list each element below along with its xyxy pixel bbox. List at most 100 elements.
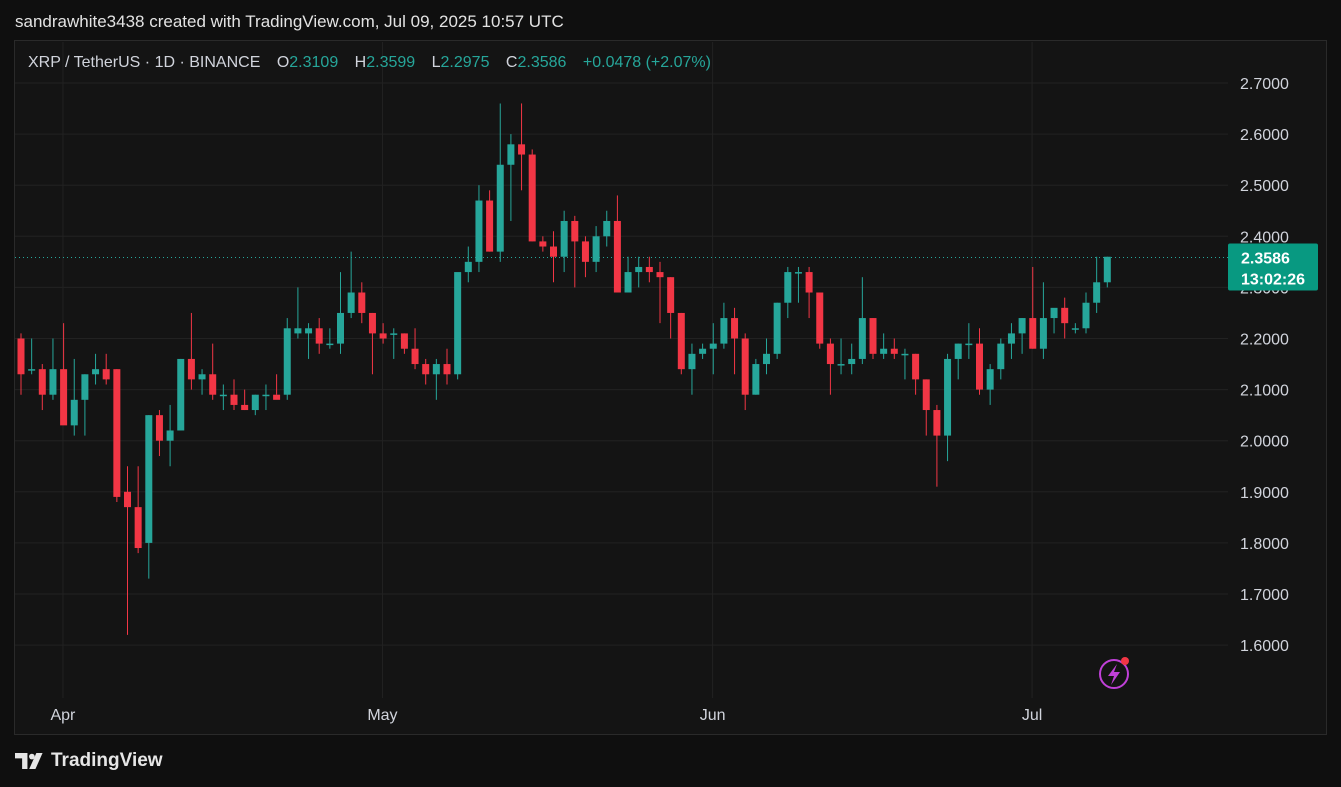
candle-body[interactable]: [1039, 318, 1047, 349]
candle-body[interactable]: [976, 343, 983, 390]
candle-body[interactable]: [901, 353, 909, 356]
candle-body[interactable]: [411, 348, 419, 365]
candle-body[interactable]: [49, 369, 57, 395]
candle-body[interactable]: [720, 318, 728, 344]
candle-body[interactable]: [837, 364, 845, 366]
candle-body[interactable]: [624, 272, 632, 293]
candle-body[interactable]: [1007, 333, 1015, 344]
candle-body[interactable]: [677, 312, 685, 370]
candle-body[interactable]: [1061, 307, 1069, 324]
candle-body[interactable]: [848, 358, 856, 365]
candle-body[interactable]: [454, 272, 462, 375]
candle-body[interactable]: [241, 404, 249, 411]
candle-body[interactable]: [145, 415, 153, 543]
candle-body[interactable]: [177, 358, 185, 431]
candle-body[interactable]: [645, 266, 653, 273]
candle-body[interactable]: [1103, 256, 1111, 283]
candle-body[interactable]: [81, 374, 89, 400]
candle-body[interactable]: [912, 353, 920, 380]
candle-body[interactable]: [358, 292, 366, 313]
candle-body[interactable]: [400, 333, 408, 349]
candlestick-chart[interactable]: 2.70002.60002.50002.40002.30002.20002.10…: [0, 0, 1341, 787]
candle-body[interactable]: [326, 343, 334, 346]
candle-body[interactable]: [262, 394, 270, 397]
candle-body[interactable]: [869, 318, 877, 354]
candle-body[interactable]: [816, 292, 824, 344]
candle-body[interactable]: [763, 353, 770, 365]
candle-body[interactable]: [486, 200, 494, 252]
candle-body[interactable]: [880, 348, 888, 354]
candle-body[interactable]: [518, 144, 526, 155]
candle-body[interactable]: [1018, 318, 1026, 334]
candle-body[interactable]: [550, 246, 557, 257]
candle-body[interactable]: [92, 369, 100, 375]
candle-body[interactable]: [230, 394, 238, 405]
candle-body[interactable]: [251, 394, 259, 411]
candle-body[interactable]: [219, 394, 227, 397]
candle-body[interactable]: [944, 358, 952, 436]
candle-body[interactable]: [773, 302, 781, 354]
candle-body[interactable]: [496, 164, 504, 252]
candle-body[interactable]: [28, 369, 36, 371]
candle-body[interactable]: [443, 364, 451, 375]
candle-body[interactable]: [134, 507, 142, 549]
candle-body[interactable]: [784, 272, 792, 303]
candle-body[interactable]: [70, 399, 78, 426]
candle-body[interactable]: [731, 318, 739, 339]
candle-body[interactable]: [603, 220, 611, 237]
candle-body[interactable]: [858, 318, 866, 359]
candle-body[interactable]: [805, 272, 813, 293]
candle-body[interactable]: [347, 292, 355, 313]
candle-body[interactable]: [1082, 302, 1090, 329]
candle-body[interactable]: [475, 200, 483, 262]
candle-body[interactable]: [60, 369, 68, 426]
candle-body[interactable]: [613, 220, 621, 293]
candle-body[interactable]: [368, 312, 376, 334]
candle-body[interactable]: [507, 144, 515, 165]
candle-body[interactable]: [305, 328, 313, 334]
candle-body[interactable]: [390, 333, 398, 335]
candle-body[interactable]: [667, 277, 675, 313]
candle-body[interactable]: [464, 261, 472, 273]
candle-body[interactable]: [166, 430, 174, 441]
candle-body[interactable]: [592, 236, 600, 262]
candle-body[interactable]: [198, 374, 206, 380]
candle-body[interactable]: [379, 333, 387, 339]
candle-body[interactable]: [422, 364, 430, 375]
candle-body[interactable]: [315, 328, 323, 344]
candle-body[interactable]: [337, 312, 344, 344]
candle-body[interactable]: [688, 353, 696, 370]
candle-body[interactable]: [794, 272, 802, 274]
candle-body[interactable]: [432, 364, 440, 375]
candle-body[interactable]: [38, 369, 46, 395]
candle-body[interactable]: [187, 358, 195, 380]
candle-body[interactable]: [155, 415, 163, 441]
candle-body[interactable]: [709, 343, 717, 349]
candle-body[interactable]: [752, 364, 760, 395]
candle-body[interactable]: [539, 241, 547, 247]
candle-body[interactable]: [528, 154, 536, 242]
candle-body[interactable]: [826, 343, 834, 365]
candle-body[interactable]: [922, 379, 930, 411]
candle-body[interactable]: [1093, 282, 1101, 303]
candle-body[interactable]: [1050, 307, 1058, 319]
candle-body[interactable]: [656, 272, 664, 278]
candle-body[interactable]: [571, 220, 579, 242]
lightning-icon[interactable]: [1099, 657, 1129, 689]
candle-body[interactable]: [635, 266, 643, 273]
candle-body[interactable]: [273, 394, 281, 400]
symbol-info[interactable]: XRP / TetherUS · 1D · BINANCE: [28, 54, 260, 71]
candle-body[interactable]: [283, 328, 291, 395]
candle-body[interactable]: [986, 369, 994, 390]
candle-body[interactable]: [581, 241, 589, 262]
candle-body[interactable]: [933, 410, 941, 436]
candle-body[interactable]: [741, 338, 749, 395]
candle-body[interactable]: [102, 369, 110, 380]
candle-body[interactable]: [294, 328, 302, 334]
candle-body[interactable]: [997, 343, 1005, 370]
candle-body[interactable]: [17, 338, 25, 375]
candle-body[interactable]: [124, 491, 131, 508]
candle-body[interactable]: [113, 369, 121, 497]
candle-body[interactable]: [954, 343, 962, 359]
candle-body[interactable]: [965, 343, 973, 346]
